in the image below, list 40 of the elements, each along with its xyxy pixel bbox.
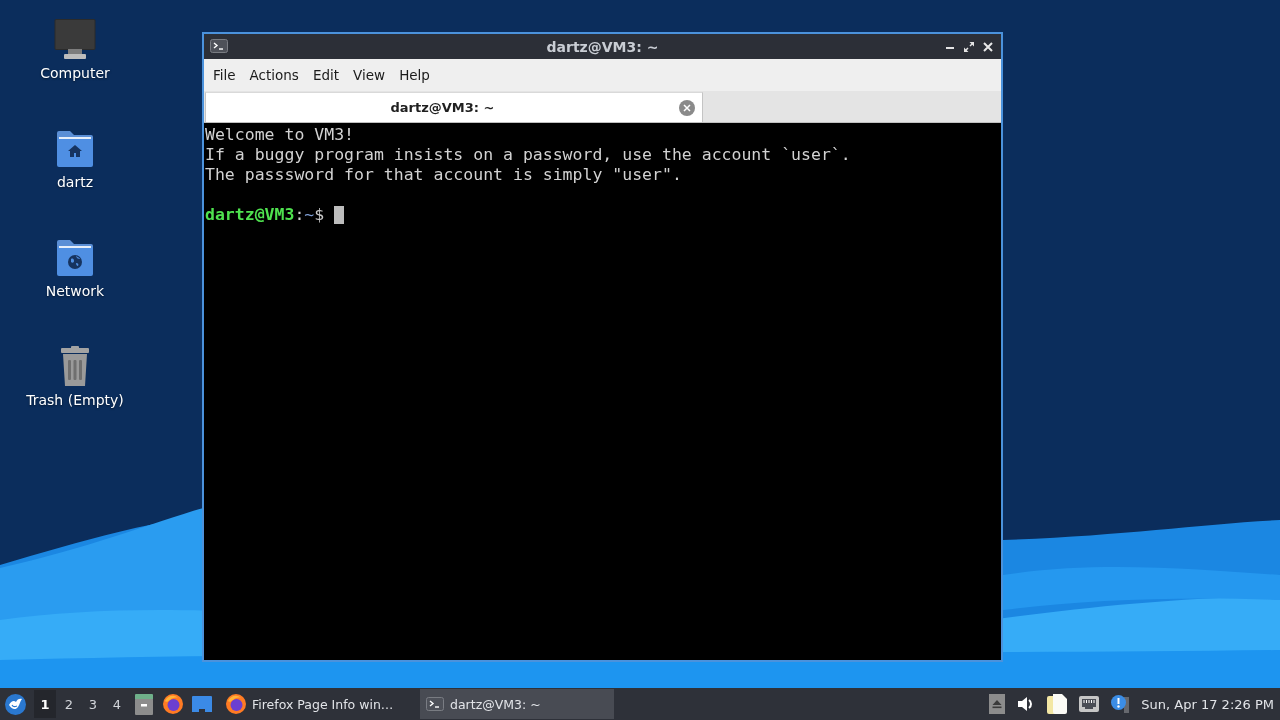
menu-item[interactable]: File (206, 65, 243, 85)
terminal-output-line: The passsword for that account is simply "user". (205, 165, 682, 185)
menu-item[interactable]: Actions (242, 65, 306, 85)
alert-icon[interactable] (1111, 695, 1130, 713)
text-cursor-icon (334, 206, 345, 224)
menu-item[interactable]: View (346, 65, 393, 85)
close-icon[interactable] (983, 41, 993, 52)
network-port-icon[interactable] (1079, 696, 1100, 712)
desktop-icon-label[interactable]: Network (45, 283, 105, 300)
tab-title: dartz@VM3: ~ (389, 100, 496, 115)
terminal-output-line: Welcome to VM3! (205, 125, 354, 145)
terminal-output-line: If a buggy program insists on a password, use the account `user`. (205, 145, 851, 165)
task-button[interactable]: dartz@VM3: ~ (420, 689, 614, 719)
menu-item[interactable]: Help (392, 65, 437, 85)
desktop-icon-label[interactable]: Trash (Empty) (26, 392, 124, 409)
window-title: dartz@VM3: ~ (546, 38, 659, 55)
desktop-icon-label[interactable]: Computer (40, 65, 110, 82)
clock[interactable]: Sun, Apr 17 2:26 PM (1139, 696, 1276, 712)
menu-item[interactable]: Edit (305, 65, 347, 85)
fox-globe-icon[interactable] (163, 694, 183, 714)
task-button[interactable]: Firefox Page Info win… (220, 689, 414, 719)
terminal-icon (210, 39, 228, 54)
globe-folder-icon[interactable] (55, 238, 95, 276)
workspace-button[interactable]: 2 (58, 690, 80, 718)
eject-icon[interactable] (989, 694, 1006, 714)
home-folder-icon[interactable] (55, 129, 95, 167)
terminal-tab[interactable]: dartz@VM3: ~ (205, 92, 703, 122)
file-cabinet-icon[interactable] (134, 693, 154, 715)
fox-globe-icon (226, 694, 246, 714)
workspace-button[interactable]: 4 (106, 690, 128, 718)
shell-prompt: dartz@VM3:~$ (205, 205, 325, 225)
workspace-button[interactable]: 1 (34, 690, 56, 718)
workspace-button[interactable]: 3 (82, 690, 104, 718)
monitor-icon[interactable] (53, 19, 97, 59)
desktop-icon-label[interactable]: dartz (56, 174, 94, 191)
maximize-icon[interactable] (964, 41, 974, 52)
terminal-icon (426, 697, 444, 711)
start-menu-icon[interactable] (5, 693, 26, 715)
screen-icon[interactable] (192, 696, 212, 712)
notepad-icon[interactable] (1047, 694, 1068, 714)
